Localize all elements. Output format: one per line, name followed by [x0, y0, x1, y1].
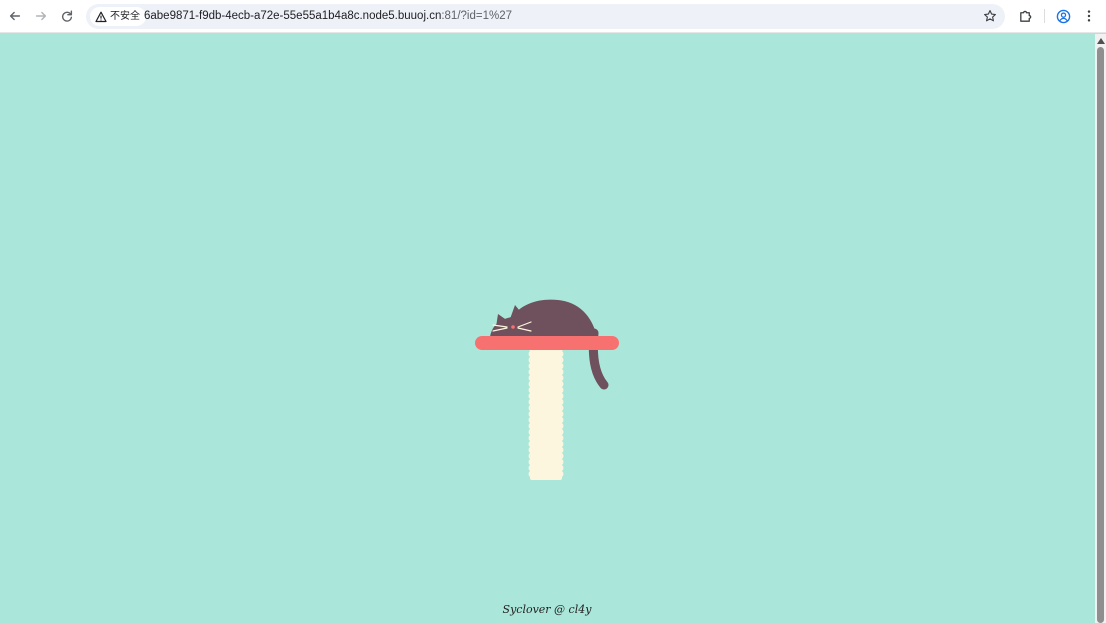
- puzzle-icon: [1019, 10, 1031, 22]
- arrow-right-icon: [35, 11, 47, 21]
- extensions-button[interactable]: [1017, 8, 1033, 24]
- reload-icon: [61, 10, 73, 22]
- address-bar[interactable]: 不安全 6abe9871-f9db-4ecb-a72e-55e55a1b4a8c…: [86, 4, 1005, 29]
- back-button[interactable]: [5, 6, 25, 26]
- url-path: :81/?id=1%27: [441, 10, 513, 22]
- profile-icon: [1056, 9, 1070, 23]
- forward-button[interactable]: [31, 6, 51, 26]
- cat-illustration: [470, 295, 620, 485]
- browser-toolbar: 不安全 6abe9871-f9db-4ecb-a72e-55e55a1b4a8c…: [0, 0, 1106, 33]
- star-icon[interactable]: [983, 9, 997, 23]
- reload-button[interactable]: [57, 6, 77, 26]
- scratching-post: [528, 345, 564, 480]
- menu-button[interactable]: [1081, 8, 1097, 24]
- cat-nose: [511, 325, 515, 329]
- warning-triangle-icon: [95, 11, 107, 22]
- security-chip[interactable]: 不安全: [90, 7, 146, 26]
- security-label: 不安全: [110, 11, 140, 22]
- shelf: [475, 336, 619, 350]
- footer-credit: Syclover @ cl4y: [502, 603, 592, 616]
- toolbar-divider: [1044, 9, 1045, 23]
- arrow-left-icon: [9, 11, 21, 21]
- scrollbar-thumb[interactable]: [1097, 47, 1104, 623]
- kebab-menu-icon: [1087, 10, 1091, 22]
- scroll-up-arrow-icon[interactable]: [1097, 38, 1105, 44]
- profile-button[interactable]: [1055, 8, 1071, 24]
- vertical-scrollbar[interactable]: [1095, 34, 1106, 623]
- cat-on-scratching-post-image: [475, 299, 619, 480]
- url-host: 6abe9871-f9db-4ecb-a72e-55e55a1b4a8c.nod…: [144, 10, 442, 22]
- url-text[interactable]: 6abe9871-f9db-4ecb-a72e-55e55a1b4a8c.nod…: [144, 4, 512, 29]
- cat-body: [490, 299, 597, 337]
